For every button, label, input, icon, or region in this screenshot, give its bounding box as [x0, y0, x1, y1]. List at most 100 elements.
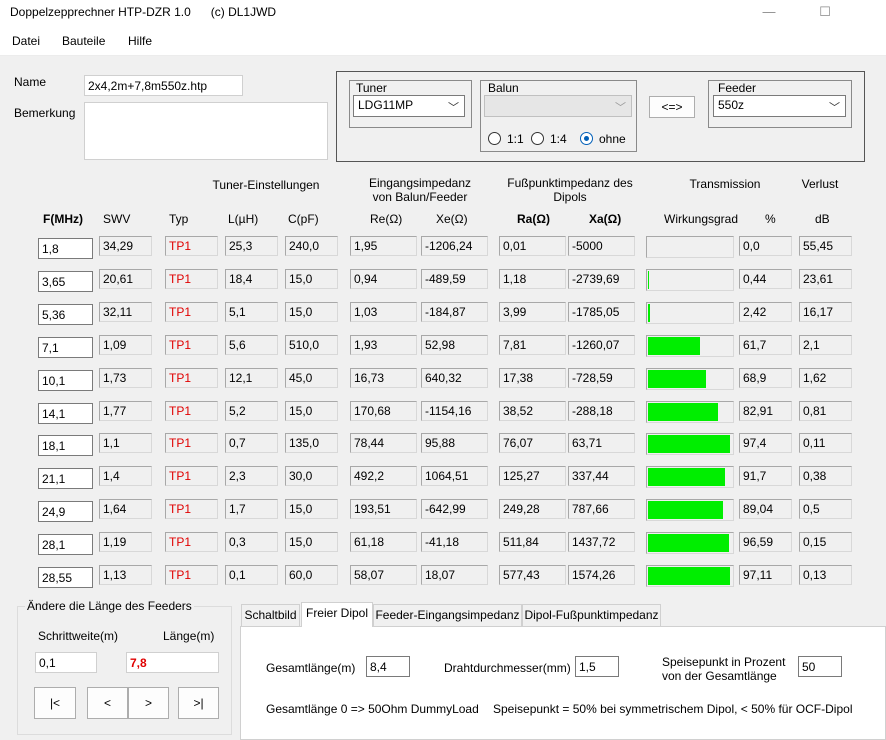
type-value: TP1 — [165, 236, 218, 256]
tab-schaltbild[interactable]: Schaltbild — [241, 604, 300, 626]
ra-value: 3,99 — [499, 302, 566, 322]
efficiency-bar-track — [646, 466, 734, 488]
xe-value: -642,99 — [421, 499, 488, 519]
capacitance-value: 510,0 — [285, 335, 338, 355]
balun-radio-ohne[interactable] — [580, 132, 593, 145]
tab-feeder-eingangsimpedanz[interactable]: Feeder-Eingangsimpedanz — [373, 604, 522, 626]
col-l: L(µH) — [228, 212, 259, 226]
balun-radio-1-1[interactable] — [488, 132, 501, 145]
note-feedpoint: Speisepunkt = 50% bei symmetrischem Dipo… — [493, 702, 853, 716]
swv-value: 1,4 — [99, 466, 152, 486]
xa-value: -1260,07 — [568, 335, 635, 355]
feedpoint-label-2: von der Gesamtlänge — [662, 669, 777, 683]
re-value: 16,73 — [350, 368, 417, 388]
frequency-input[interactable]: 21,1 — [38, 468, 93, 489]
frequency-input[interactable]: 18,1 — [38, 435, 93, 456]
name-input[interactable]: 2x4,2m+7,8m550z.htp — [84, 75, 243, 96]
efficiency-bar-track — [646, 565, 734, 587]
capacitance-value: 60,0 — [285, 565, 338, 585]
maximize-button[interactable]: ☐ — [802, 0, 848, 26]
tuner-select[interactable]: LDG11MP ﹀ — [353, 95, 465, 117]
menu-datei[interactable]: Datei — [12, 34, 40, 48]
inductance-value: 0,3 — [225, 532, 278, 552]
first-button[interactable]: |< — [34, 687, 76, 719]
frequency-input[interactable]: 24,9 — [38, 501, 93, 522]
next-button[interactable]: > — [128, 687, 169, 719]
balun-select[interactable]: ﹀ — [484, 95, 632, 117]
frequency-input[interactable]: 28,55 — [38, 567, 93, 588]
loss-db-value: 55,45 — [799, 236, 852, 256]
loss-db-value: 1,62 — [799, 368, 852, 388]
balun-radio-1-4[interactable] — [531, 132, 544, 145]
efficiency-bar-track — [646, 269, 734, 291]
capacitance-value: 240,0 — [285, 236, 338, 256]
minimize-icon: — — [762, 4, 776, 19]
frequency-input[interactable]: 1,8 — [38, 238, 93, 259]
capacitance-value: 135,0 — [285, 433, 338, 453]
inductance-value: 0,1 — [225, 565, 278, 585]
step-input[interactable]: 0,1 — [35, 652, 97, 673]
xe-value: -1154,16 — [421, 401, 488, 421]
frequency-input[interactable]: 10,1 — [38, 370, 93, 391]
col-swv: SWV — [103, 212, 131, 226]
re-value: 61,18 — [350, 532, 417, 552]
swap-button[interactable]: <=> — [649, 96, 695, 118]
type-value: TP1 — [165, 565, 218, 585]
col-c: C(pF) — [288, 212, 319, 226]
tab-panel — [240, 626, 886, 740]
swv-value: 34,29 — [99, 236, 152, 256]
type-value: TP1 — [165, 466, 218, 486]
feedpoint-input[interactable]: 50 — [798, 656, 842, 677]
frequency-input[interactable]: 7,1 — [38, 337, 93, 358]
efficiency-bar-fill — [648, 304, 650, 322]
balun-radio-1-4-label: 1:4 — [550, 132, 567, 146]
menu-bauteile[interactable]: Bauteile — [62, 34, 105, 48]
type-value: TP1 — [165, 499, 218, 519]
xa-value: -1785,05 — [568, 302, 635, 322]
loss-db-value: 0,38 — [799, 466, 852, 486]
remark-input[interactable] — [84, 102, 328, 160]
efficiency-bar-track — [646, 368, 734, 390]
prev-button[interactable]: < — [87, 687, 128, 719]
loss-db-value: 0,5 — [799, 499, 852, 519]
type-value: TP1 — [165, 532, 218, 552]
xe-value: 640,32 — [421, 368, 488, 388]
percent-value: 97,11 — [739, 565, 792, 585]
last-button[interactable]: >| — [178, 687, 219, 719]
total-length-input[interactable]: 8,4 — [366, 656, 410, 677]
capacitance-value: 15,0 — [285, 302, 338, 322]
length-input[interactable]: 7,8 — [126, 652, 219, 673]
loss-db-value: 23,61 — [799, 269, 852, 289]
frequency-input[interactable]: 14,1 — [38, 403, 93, 424]
xe-value: -1206,24 — [421, 236, 488, 256]
loss-db-value: 0,13 — [799, 565, 852, 585]
tab-dipol-fusspunktimpedanz[interactable]: Dipol-Fußpunktimpedanz — [522, 604, 661, 626]
re-value: 0,94 — [350, 269, 417, 289]
feedpoint-label-1: Speisepunkt in Prozent — [662, 655, 786, 669]
ra-value: 76,07 — [499, 433, 566, 453]
efficiency-bar-fill — [648, 435, 730, 453]
window-title: Doppelzepprechner HTP-DZR 1.0 (c) DL1JWD — [10, 5, 277, 19]
wire-diameter-input[interactable]: 1,5 — [575, 656, 619, 677]
feeder-select[interactable]: 550z ﹀ — [713, 95, 846, 117]
xa-value: -728,59 — [568, 368, 635, 388]
menu-hilfe[interactable]: Hilfe — [128, 34, 152, 48]
frequency-input[interactable]: 5,36 — [38, 304, 93, 325]
minimize-button[interactable]: — — [746, 0, 792, 26]
frequency-input[interactable]: 3,65 — [38, 271, 93, 292]
ra-value: 125,27 — [499, 466, 566, 486]
col-xa: Xa(Ω) — [589, 212, 622, 226]
efficiency-bar-track — [646, 433, 734, 455]
frequency-input[interactable]: 28,1 — [38, 534, 93, 555]
re-value: 492,2 — [350, 466, 417, 486]
swv-value: 1,73 — [99, 368, 152, 388]
inductance-value: 12,1 — [225, 368, 278, 388]
ra-value: 577,43 — [499, 565, 566, 585]
efficiency-bar-fill — [648, 501, 723, 519]
note-dummyload: Gesamtlänge 0 => 50Ohm DummyLoad — [266, 702, 479, 716]
col-re: Re(Ω) — [370, 212, 403, 226]
xa-value: 63,71 — [568, 433, 635, 453]
percent-value: 91,7 — [739, 466, 792, 486]
tab-freier-dipol[interactable]: Freier Dipol — [301, 602, 373, 627]
loss-db-value: 0,81 — [799, 401, 852, 421]
